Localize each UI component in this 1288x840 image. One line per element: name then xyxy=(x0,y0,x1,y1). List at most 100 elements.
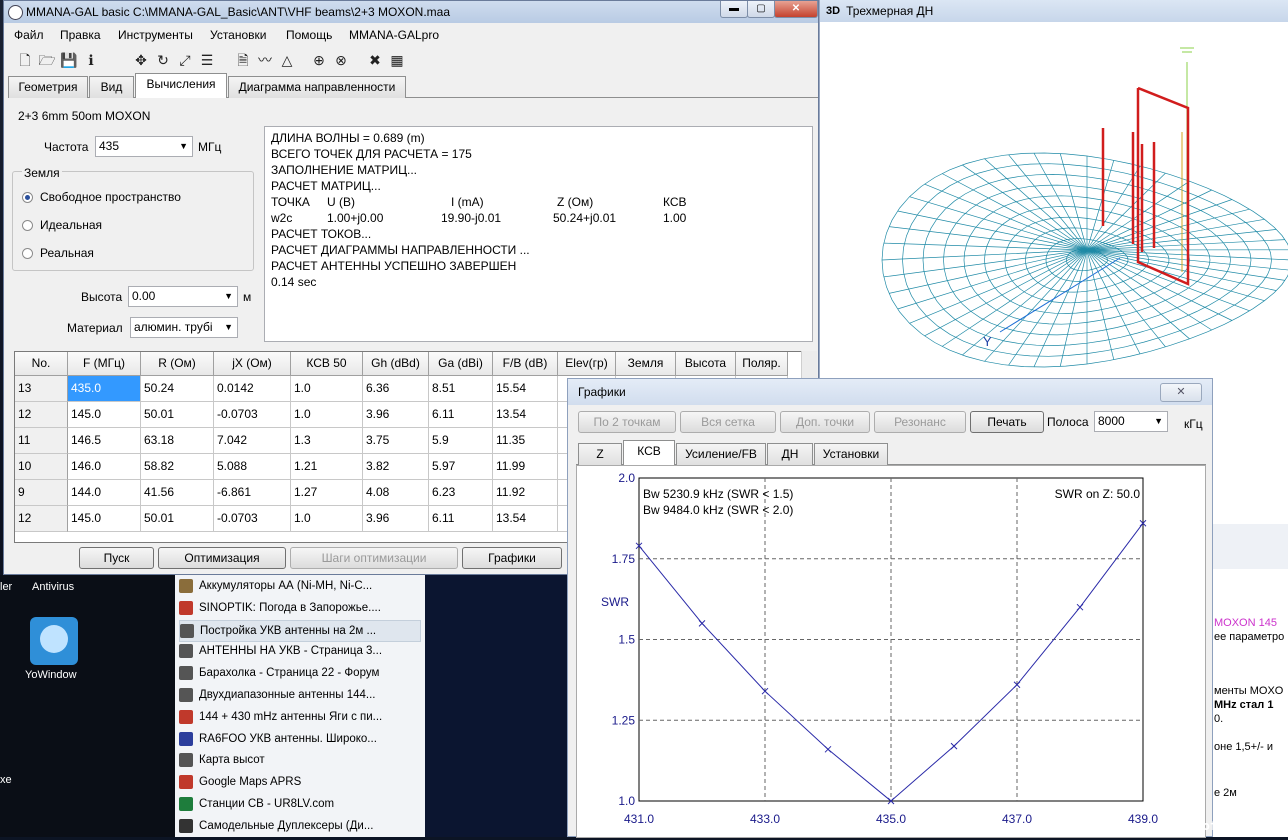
maximize-button[interactable]: ▢ xyxy=(747,1,775,18)
menu-file[interactable]: Файл xyxy=(14,28,44,42)
table-cell-gh[interactable]: 3.82 xyxy=(363,454,429,480)
table-cell-r[interactable]: 50.24 xyxy=(141,376,214,402)
main-titlebar[interactable]: MMANA-GAL basic C:\MMANA-GAL_Basic\ANT\V… xyxy=(4,1,818,23)
menu-help[interactable]: Помощь xyxy=(286,28,332,42)
table-cell-fb[interactable]: 11.92 xyxy=(493,480,558,506)
table-cell-r[interactable]: 41.56 xyxy=(141,480,214,506)
table-cell-ga[interactable]: 6.11 xyxy=(429,506,493,532)
desktop-icon-label[interactable]: ler xyxy=(0,581,12,593)
column-header-gh[interactable]: Gh (dBd) xyxy=(363,352,429,376)
band-combo[interactable]: 8000▼ xyxy=(1094,411,1168,432)
table-cell-ga[interactable]: 6.11 xyxy=(429,402,493,428)
close-button[interactable]: ✕ xyxy=(774,1,818,18)
jump-list-item[interactable]: Аккумуляторы АА (Ni-MH, Ni-C... xyxy=(179,576,419,596)
tools-icon[interactable]: ✖ xyxy=(366,51,384,69)
open-folder-icon[interactable]: 🗁 xyxy=(38,51,56,69)
rotate-icon[interactable]: ↻ xyxy=(154,51,172,69)
jump-list-item[interactable]: Двухдиапазонные антенны 144... xyxy=(179,685,419,705)
table-cell-swr[interactable]: 1.0 xyxy=(291,402,363,428)
column-header-ga[interactable]: Ga (dBi) xyxy=(429,352,493,376)
table-cell-fb[interactable]: 13.54 xyxy=(493,506,558,532)
jump-list-item[interactable]: SINOPTIK: Погода в Запорожье.... xyxy=(179,598,419,618)
column-header-swr[interactable]: КСВ 50 xyxy=(291,352,363,376)
tab-z[interactable]: Z xyxy=(578,443,622,465)
menu-settings[interactable]: Установки xyxy=(210,28,266,42)
table-cell-gh[interactable]: 3.75 xyxy=(363,428,429,454)
table-cell-swr[interactable]: 1.0 xyxy=(291,376,363,402)
table-cell-ga[interactable]: 6.23 xyxy=(429,480,493,506)
column-header-r[interactable]: R (Ом) xyxy=(141,352,214,376)
optimize-steps-button[interactable]: Шаги оптимизации xyxy=(290,547,458,569)
table-cell-r[interactable]: 58.82 xyxy=(141,454,214,480)
new-file-icon[interactable]: 🗋 xyxy=(16,51,34,69)
table-cell-freq[interactable]: 145.0 xyxy=(68,402,141,428)
extra-points-button[interactable]: Доп. точки xyxy=(780,411,870,433)
table-cell-swr[interactable]: 1.0 xyxy=(291,506,363,532)
radio-real-label[interactable]: Реальная xyxy=(40,246,94,260)
table-cell-ga[interactable]: 5.9 xyxy=(429,428,493,454)
table-cell-fb[interactable]: 11.35 xyxy=(493,428,558,454)
table-cell-ga[interactable]: 8.51 xyxy=(429,376,493,402)
table-cell-swr[interactable]: 1.27 xyxy=(291,480,363,506)
resonance-button[interactable]: Резонанс xyxy=(874,411,966,433)
menu-edit[interactable]: Правка xyxy=(60,28,101,42)
desktop-icon-antivirus[interactable]: Antivirus xyxy=(32,581,74,593)
table-cell-swr[interactable]: 1.3 xyxy=(291,428,363,454)
jump-list-item[interactable]: Google Maps APRS xyxy=(179,772,419,792)
table-cell-gh[interactable]: 4.08 xyxy=(363,480,429,506)
table-cell-ga[interactable]: 5.97 xyxy=(429,454,493,480)
table-cell-no[interactable]: 13 xyxy=(15,376,68,402)
material-combo[interactable]: алюмин. трубі▼ xyxy=(130,317,238,338)
table-cell-jx[interactable]: 7.042 xyxy=(214,428,291,454)
tab-pattern[interactable]: Диаграмма направленности xyxy=(228,76,406,98)
table-cell-fb[interactable]: 15.54 xyxy=(493,376,558,402)
column-header-elev[interactable]: Elev(гр) xyxy=(558,352,616,376)
desktop-icon-exe[interactable]: xe xyxy=(0,774,12,786)
table-cell-r[interactable]: 63.18 xyxy=(141,428,214,454)
jump-list-item[interactable]: Барахолка - Страница 22 - Форум xyxy=(179,663,419,683)
close-icon[interactable]: ✕ xyxy=(1160,383,1202,402)
scale-icon[interactable]: ⤢ xyxy=(176,51,194,69)
frequency-combo[interactable]: 435▼ xyxy=(95,136,193,157)
info-icon[interactable]: ℹ xyxy=(82,51,100,69)
elements-icon[interactable]: ☰ xyxy=(198,51,216,69)
table-cell-gh[interactable]: 3.96 xyxy=(363,402,429,428)
tab-pattern-graph[interactable]: ДН xyxy=(767,443,813,465)
radio-perfect-label[interactable]: Идеальная xyxy=(40,218,102,232)
column-header-no[interactable]: No. xyxy=(15,352,68,376)
graphs-button[interactable]: Графики xyxy=(462,547,562,569)
table-cell-freq[interactable]: 146.5 xyxy=(68,428,141,454)
yowindow-icon[interactable] xyxy=(30,617,78,665)
jump-list-item[interactable]: RA6FOO УКВ антенны. Широко... xyxy=(179,729,419,749)
by-2-points-button[interactable]: По 2 точкам xyxy=(578,411,676,433)
jump-list-item[interactable]: Карта высот xyxy=(179,750,419,770)
column-header-jx[interactable]: jX (Ом) xyxy=(214,352,291,376)
tab-gain-fb[interactable]: Усиление/FB xyxy=(676,443,766,465)
column-header-height[interactable]: Высота xyxy=(676,352,736,376)
jump-list-item[interactable]: 144 + 430 mHz антенны Яги с пи... xyxy=(179,707,419,727)
minimize-button[interactable]: ▬ xyxy=(720,1,748,18)
tab-graph-settings[interactable]: Установки xyxy=(814,443,888,465)
graphs-titlebar[interactable]: Графики ✕ xyxy=(568,379,1212,405)
table-cell-no[interactable]: 9 xyxy=(15,480,68,506)
calculator-icon[interactable]: ▦ xyxy=(388,51,406,69)
table-cell-r[interactable]: 50.01 xyxy=(141,506,214,532)
move-icon[interactable]: ✥ xyxy=(132,51,150,69)
table-cell-jx[interactable]: -0.0703 xyxy=(214,506,291,532)
wire-icon[interactable]: 〰 xyxy=(256,51,274,69)
table-cell-freq[interactable]: 145.0 xyxy=(68,506,141,532)
radio-perfect[interactable] xyxy=(22,220,33,231)
table-cell-jx[interactable]: -6.861 xyxy=(214,480,291,506)
table-cell-jx[interactable]: -0.0703 xyxy=(214,402,291,428)
table-cell-swr[interactable]: 1.21 xyxy=(291,454,363,480)
table-cell-r[interactable]: 50.01 xyxy=(141,402,214,428)
table-cell-no[interactable]: 11 xyxy=(15,428,68,454)
run-button[interactable]: Пуск xyxy=(79,547,154,569)
menu-tools[interactable]: Инструменты xyxy=(118,28,193,42)
radio-real[interactable] xyxy=(22,248,33,259)
table-cell-jx[interactable]: 5.088 xyxy=(214,454,291,480)
window-3d-titlebar[interactable]: 3D Трехмерная ДН xyxy=(820,0,1288,22)
menu-mmana-galpro[interactable]: MMANA-GALpro xyxy=(349,28,439,42)
jump-list-item[interactable]: АНТЕННЫ НА УКВ - Страница 3... xyxy=(179,641,419,661)
jump-list-item[interactable]: Постройка УКВ антенны на 2м ... xyxy=(179,620,421,642)
